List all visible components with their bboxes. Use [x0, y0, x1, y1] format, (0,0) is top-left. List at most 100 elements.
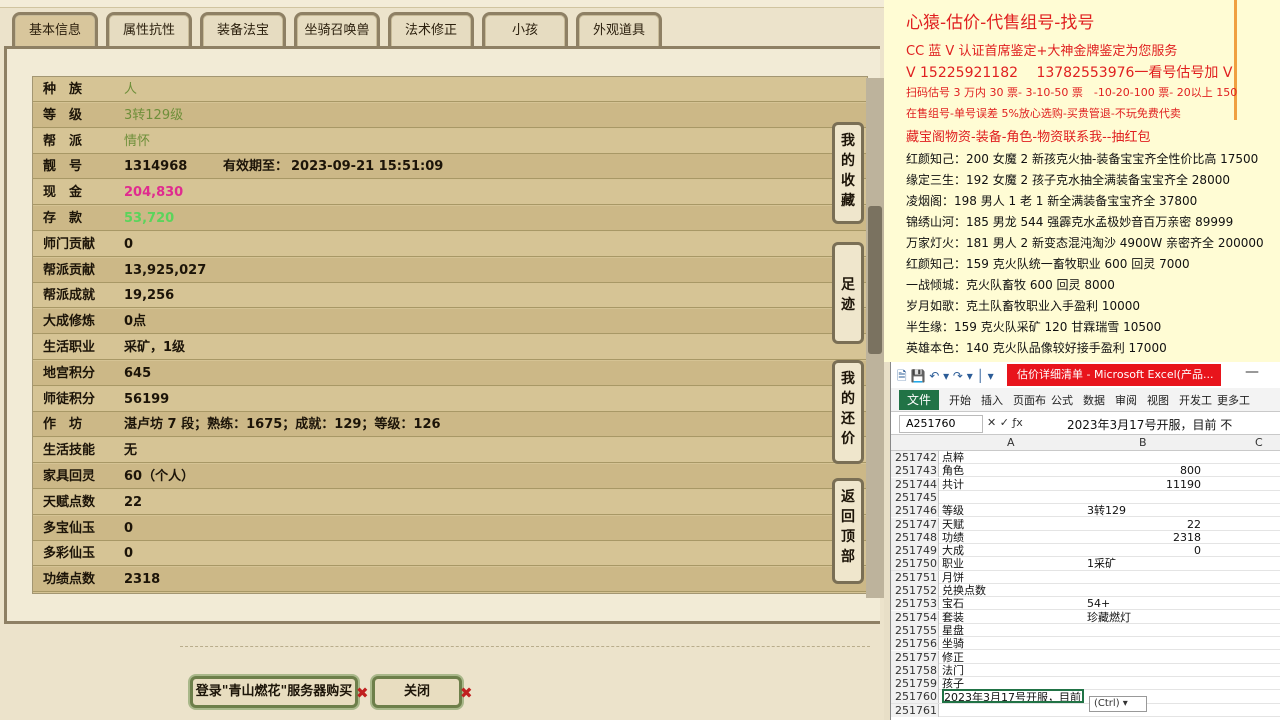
row-number[interactable]: 251754: [891, 610, 939, 624]
cell-b[interactable]: 0: [1087, 544, 1201, 557]
cell-a[interactable]: 宝石: [942, 597, 1084, 610]
login-buy-button[interactable]: 登录"青山燃花"服务器购买: [190, 676, 358, 708]
quick-access-toolbar[interactable]: 🗎 💾 ↶ ▾ ↷ ▾ │ ▾: [897, 367, 994, 388]
formula-input[interactable]: 2023年3月17号开服，目前 不: [1067, 416, 1232, 433]
cell-a[interactable]: 套装: [942, 611, 1084, 624]
row-number[interactable]: 251744: [891, 477, 939, 491]
row-number[interactable]: 251757: [891, 650, 939, 664]
tab-appearance[interactable]: 外观道具: [576, 12, 662, 48]
back-to-top-button[interactable]: 返回顶部: [832, 478, 864, 584]
tab-mounts-pets[interactable]: 坐骑召唤兽: [294, 12, 380, 48]
sheet-row: 251749 大成 0: [891, 544, 1280, 558]
cell-b[interactable]: 11190: [1087, 478, 1201, 491]
stat-label: 帮派贡献: [43, 262, 96, 278]
row-number[interactable]: 251753: [891, 597, 939, 611]
ribbon-file-tab[interactable]: 文件: [899, 390, 939, 410]
cell-a[interactable]: 月饼: [942, 571, 1084, 584]
tab-equipment[interactable]: 装备法宝: [200, 12, 286, 48]
my-favorites-button[interactable]: 我的收藏: [832, 122, 864, 224]
row-number[interactable]: 251756: [891, 637, 939, 651]
cell-a[interactable]: 兑换点数: [942, 584, 1084, 597]
cell-a[interactable]: 星盘: [942, 624, 1084, 637]
stat-value: 13,925,027: [124, 262, 207, 278]
cell-a[interactable]: 孩子: [942, 677, 1084, 690]
cell-b[interactable]: 珍藏燃灯: [1087, 611, 1201, 624]
footprints-button[interactable]: 足迹: [832, 242, 864, 344]
close-x-icon-2: ✖: [460, 684, 473, 702]
stat-row: 作 坊 湛卢坊 7 段；熟练：1675；成就：129；等级：126: [33, 412, 867, 438]
ribbon-tab-view[interactable]: 视图: [1147, 392, 1169, 408]
cell-b[interactable]: 22: [1087, 518, 1201, 531]
row-number[interactable]: 251746: [891, 504, 939, 518]
row-number[interactable]: 251749: [891, 544, 939, 558]
cell-b[interactable]: 1采矿: [1087, 557, 1201, 570]
listing-line: 岁月如歌：克土队畜牧职业入手盈利 10000: [906, 299, 1140, 313]
stat-label: 大成修炼: [43, 314, 96, 330]
close-button[interactable]: 关闭: [372, 676, 462, 708]
cell-a[interactable]: 修正: [942, 651, 1084, 664]
ribbon-tab-page-layout[interactable]: 页面布: [1013, 392, 1046, 408]
cell-a[interactable]: 法门: [942, 664, 1084, 677]
stat-value: 0: [124, 546, 134, 562]
cell-b[interactable]: 2318: [1087, 531, 1201, 544]
tab-children[interactable]: 小孩: [482, 12, 568, 48]
row-number[interactable]: 251742: [891, 451, 939, 464]
row-number[interactable]: 251745: [891, 490, 939, 504]
ribbon-tab-data[interactable]: 数据: [1083, 392, 1105, 408]
my-counteroffer-button[interactable]: 我的还价: [832, 360, 864, 464]
cell-a[interactable]: 职业: [942, 557, 1084, 570]
row-number[interactable]: 251752: [891, 584, 939, 597]
row-number[interactable]: 251748: [891, 530, 939, 544]
stat-row: 功绩点数 2318: [33, 567, 867, 593]
ribbon-tab-review[interactable]: 审阅: [1115, 392, 1137, 408]
ribbon-tab-insert[interactable]: 插入: [981, 392, 1003, 408]
row-number[interactable]: 251760: [891, 690, 939, 704]
row-number[interactable]: 251751: [891, 570, 939, 584]
name-box[interactable]: A251760: [899, 415, 983, 433]
ribbon-tab-more[interactable]: 更多工: [1217, 392, 1250, 408]
cell-a[interactable]: 大成: [942, 544, 1084, 557]
ribbon-tab-formulas[interactable]: 公式: [1051, 392, 1073, 408]
stat-label: 多宝仙玉: [43, 520, 96, 536]
row-number[interactable]: 251758: [891, 663, 939, 677]
tab-spell-correction[interactable]: 法术修正: [388, 12, 474, 48]
cell-a[interactable]: 点粹: [942, 451, 1084, 464]
paste-options-button[interactable]: (Ctrl) ▾: [1089, 696, 1147, 712]
cell-b[interactable]: 800: [1087, 464, 1201, 477]
cell-a[interactable]: 等级: [942, 504, 1084, 517]
tab-basic-info[interactable]: 基本信息: [12, 12, 98, 48]
scrollbar-thumb[interactable]: [868, 206, 882, 354]
row-number[interactable]: 251761: [891, 703, 939, 717]
cell-a[interactable]: 共计: [942, 478, 1084, 491]
cell-a[interactable]: 角色: [942, 464, 1084, 477]
row-number[interactable]: 251743: [891, 464, 939, 478]
ribbon-tab-developer[interactable]: 开发工: [1179, 392, 1212, 408]
ribbon-tab-home[interactable]: 开始: [949, 392, 971, 408]
cell-a[interactable]: 2023年3月17号开服，目前 不: [942, 689, 1084, 704]
stats-table: 种 族 人等 级 3转129级帮 派 情怀靓 号 1314968 有效期至： 2023-09…: [32, 76, 868, 594]
row-number[interactable]: 251755: [891, 623, 939, 637]
col-header-b[interactable]: B: [1139, 436, 1147, 449]
sheet-row: 251751 月饼: [891, 570, 1280, 584]
cell-b[interactable]: 54+: [1087, 597, 1201, 610]
tab-attributes[interactable]: 属性抗性: [106, 12, 192, 48]
col-header-a[interactable]: A: [1007, 436, 1015, 449]
fx-icon[interactable]: ✕ ✓ ƒx: [987, 416, 1023, 429]
stat-label: 师门贡献: [43, 236, 96, 252]
row-number[interactable]: 251759: [891, 677, 939, 691]
stat-row: 多宝仙玉 0: [33, 515, 867, 541]
stat-label: 等 级: [43, 107, 83, 123]
stat-value: 人: [124, 82, 138, 97]
row-number[interactable]: 251747: [891, 517, 939, 531]
row-number[interactable]: 251750: [891, 557, 939, 571]
cell-b[interactable]: 3转129: [1087, 504, 1201, 517]
cell-a[interactable]: 坐骑: [942, 637, 1084, 650]
stat-row: 存 款 53,720: [33, 206, 867, 231]
col-header-c[interactable]: C: [1255, 436, 1263, 449]
minimize-icon[interactable]: —: [1245, 364, 1259, 380]
sheet-row: 251760 2023年3月17号开服，目前 不: [891, 689, 1280, 704]
cell-a[interactable]: 功绩: [942, 531, 1084, 544]
scrollbar[interactable]: [866, 78, 884, 598]
cursor-bar: [1234, 0, 1237, 120]
cell-a[interactable]: 天赋: [942, 518, 1084, 531]
